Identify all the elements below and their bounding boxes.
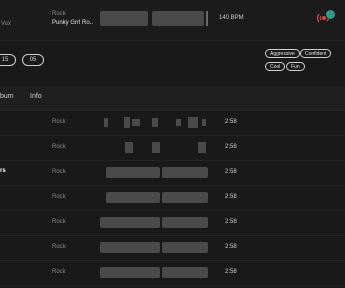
table-row[interactable]: rs Rock 2:58 — [0, 160, 345, 186]
row-duration: 2:58 — [225, 219, 237, 225]
tag-aggressive[interactable]: Aggressive — [265, 49, 300, 58]
row-genre: Rock — [52, 119, 66, 125]
track-genre: Rock — [52, 11, 66, 17]
row-waveform[interactable] — [100, 265, 208, 280]
row-waveform[interactable] — [100, 190, 208, 205]
row-duration: 2:58 — [225, 194, 237, 200]
row-title-fragment: rs — [0, 168, 6, 174]
row-duration: 2:58 — [225, 244, 237, 250]
range-pill-15[interactable]: 15 — [0, 54, 16, 66]
row-genre: Rock — [52, 269, 66, 275]
row-waveform[interactable] — [100, 115, 208, 130]
row-genre: Rock — [52, 194, 66, 200]
vox-label: Vox — [1, 21, 12, 27]
tag-cool[interactable]: Cool — [265, 62, 286, 71]
table-row[interactable]: Rock 2:58 — [0, 135, 345, 161]
bpm-value: 140 BPM — [219, 15, 244, 21]
column-album[interactable]: bum — [0, 93, 14, 100]
row-waveform[interactable] — [100, 240, 208, 255]
row-duration: 2:58 — [225, 119, 237, 125]
row-genre: Rock — [52, 144, 66, 150]
table-row[interactable]: Rock 2:58 — [0, 260, 345, 286]
row-duration: 2:58 — [225, 169, 237, 175]
tag-fun[interactable]: Fun — [286, 62, 305, 71]
track-title[interactable]: Punky Grrl Ro.. — [52, 20, 93, 26]
column-info[interactable]: Info — [30, 93, 42, 100]
table-row[interactable]: Rock 2:58 — [0, 110, 345, 136]
row-duration: 2:58 — [225, 269, 237, 275]
range-pill-05[interactable]: 05 — [22, 54, 44, 66]
top-waveform[interactable] — [100, 10, 208, 27]
row-genre: Rock — [52, 219, 66, 225]
row-waveform[interactable] — [100, 215, 208, 230]
row-duration: 2:58 — [225, 144, 237, 150]
table-row[interactable]: Rock 2:58 — [0, 185, 345, 211]
brand-badge-icon — [326, 10, 335, 19]
row-genre: Rock — [52, 169, 66, 175]
row-waveform[interactable] — [100, 165, 208, 180]
table-header — [0, 86, 345, 111]
row-genre: Rock — [52, 244, 66, 250]
table-row[interactable]: Rock 2:58 — [0, 235, 345, 261]
tag-confident[interactable]: Confident — [300, 49, 332, 58]
table-row[interactable]: Rock 2:58 — [0, 210, 345, 236]
row-waveform[interactable] — [100, 140, 208, 155]
